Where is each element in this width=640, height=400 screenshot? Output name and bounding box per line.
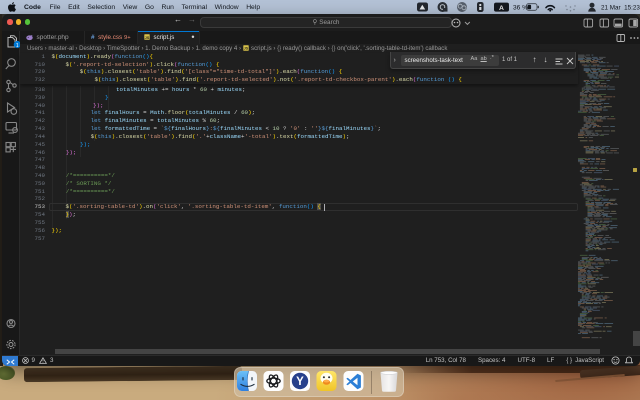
svg-text:21 Mar 15:23: 21 Mar 15:23: [601, 5, 640, 12]
svg-text:Y: Y: [296, 375, 304, 387]
svg-text:36 %: 36 %: [513, 5, 528, 12]
svg-text:A: A: [499, 5, 504, 12]
svg-text:JS: JS: [244, 47, 249, 51]
svg-text:JS: JS: [145, 35, 150, 40]
svg-text:1: 1: [16, 42, 19, 48]
